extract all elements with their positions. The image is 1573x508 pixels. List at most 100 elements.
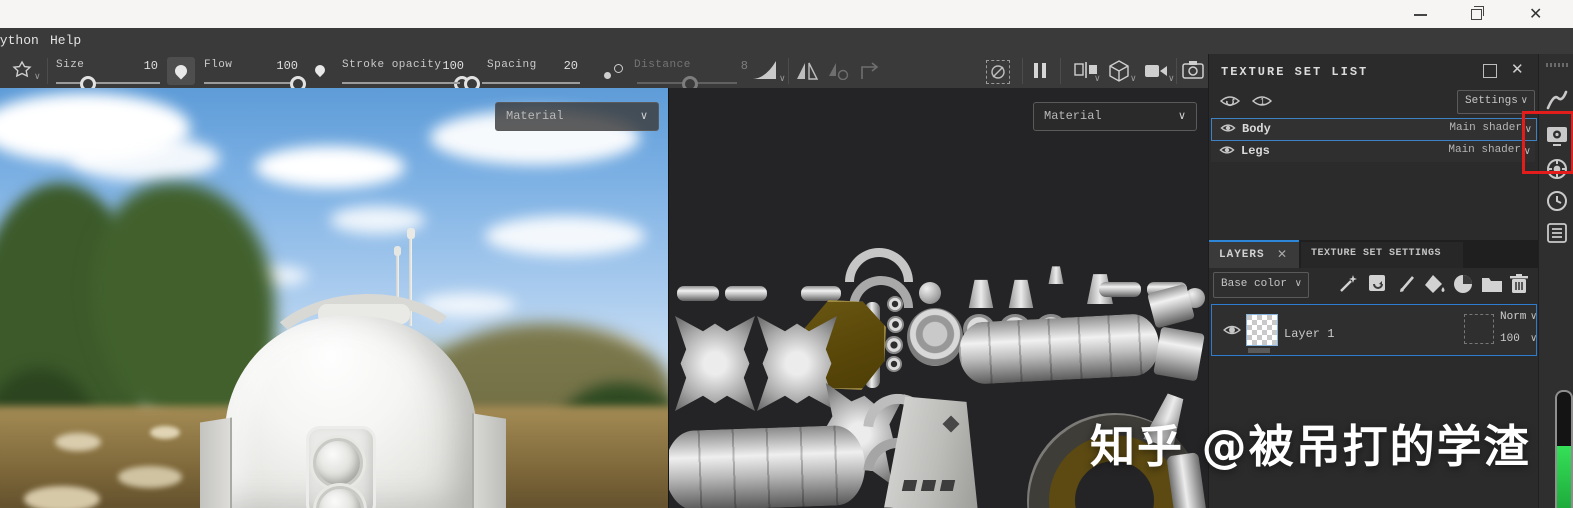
- svg-text:1: 1: [1260, 97, 1265, 107]
- minimize-icon: [1414, 14, 1427, 16]
- minimize-button[interactable]: [1404, 0, 1438, 28]
- delete-trash-icon[interactable]: [1509, 273, 1529, 295]
- level-gauge-fill: [1557, 446, 1571, 508]
- droid-left-fin: [200, 417, 232, 508]
- viewport-3d[interactable]: Material ∨: [0, 88, 668, 508]
- watermark-text: 知乎 @被吊打的学渣: [1090, 420, 1531, 473]
- uv-island: [939, 480, 956, 491]
- level-gauge[interactable]: [1555, 390, 1573, 508]
- title-bar: ✕: [0, 0, 1573, 29]
- distance-label: Distance: [634, 59, 691, 71]
- texture-set-shader[interactable]: Main shader: [1448, 144, 1521, 156]
- brush-shape-icon[interactable]: [10, 60, 34, 82]
- texture-set-name: Body: [1242, 122, 1271, 136]
- add-effect-wand-icon[interactable]: [1337, 273, 1359, 295]
- add-paint-layer-icon[interactable]: [1397, 273, 1419, 295]
- float-panel-icon[interactable]: [1483, 64, 1497, 78]
- cloud: [485, 216, 645, 256]
- layer-blend-mode[interactable]: Norm: [1500, 311, 1526, 323]
- uv-island: [968, 279, 994, 308]
- flow-value: 100: [276, 59, 298, 73]
- layer-row[interactable]: Layer 1 Norm ∨ 100 ∨: [1211, 304, 1537, 356]
- uv-island: [901, 480, 918, 491]
- material-mode-dropdown-2d[interactable]: Material ∨: [1033, 102, 1197, 131]
- uv-island: [887, 296, 903, 312]
- droid-eye: [313, 438, 363, 488]
- flow-slider[interactable]: [204, 82, 302, 84]
- texture-set-row-body[interactable]: Body Main shader ∨: [1211, 118, 1537, 141]
- camera-view-chevron-icon[interactable]: ∨: [1168, 74, 1175, 84]
- eye-single-icon[interactable]: 1: [1251, 93, 1273, 109]
- panel-grip-handle[interactable]: [1546, 63, 1568, 67]
- chevron-down-icon: ∨: [1520, 95, 1528, 106]
- uv-island: [1008, 279, 1034, 308]
- brush-shape-chevron-icon[interactable]: ∨: [34, 72, 41, 82]
- eye-sync-icon[interactable]: [1219, 93, 1241, 109]
- layer-thumbnail[interactable]: [1246, 314, 1278, 346]
- paint-stroke-icon[interactable]: [1546, 90, 1568, 112]
- uv-island: [1153, 326, 1205, 382]
- stroke-opacity-value: 100: [442, 59, 464, 73]
- brush-nib-icon: [172, 62, 190, 80]
- uv-island: [677, 286, 719, 301]
- menu-help[interactable]: Help: [50, 33, 81, 48]
- spacing-slider-left[interactable]: [452, 82, 460, 84]
- restore-button[interactable]: [1460, 0, 1494, 28]
- size-slider[interactable]: [56, 82, 160, 84]
- uv-island: [725, 286, 767, 301]
- menu-python[interactable]: Python: [0, 33, 39, 48]
- history-clock-icon[interactable]: [1546, 190, 1568, 212]
- texture-set-row-legs[interactable]: Legs Main shader ∨: [1211, 141, 1535, 162]
- material-mode-dropdown-3d[interactable]: Material ∨: [495, 102, 659, 131]
- chevron-down-icon: ∨: [639, 109, 648, 122]
- add-smart-mask-icon[interactable]: [1452, 273, 1474, 295]
- tab-texture-set-settings[interactable]: TEXTURE SET SETTINGS: [1301, 242, 1463, 268]
- channel-dropdown[interactable]: Base color ∨: [1213, 272, 1309, 298]
- eye-icon[interactable]: [1220, 122, 1236, 134]
- close-button[interactable]: ✕: [1521, 0, 1555, 28]
- panel-tab-strip: LAYERS ✕ TEXTURE SET SETTINGS: [1209, 240, 1539, 268]
- close-panel-icon[interactable]: ✕: [1511, 60, 1524, 78]
- layer-thumb-scrollbar: [1248, 348, 1270, 353]
- stroke-opacity-slider[interactable]: [342, 82, 466, 84]
- spacing-value: 20: [563, 59, 578, 73]
- mirror-symmetry-icon[interactable]: [796, 62, 818, 80]
- channel-dropdown-label: Base color: [1221, 278, 1288, 290]
- snapshot-camera-icon[interactable]: [1182, 60, 1204, 80]
- layer-name: Layer 1: [1284, 327, 1335, 341]
- chevron-down-icon: ∨: [1177, 109, 1186, 122]
- view-3d-cube-icon[interactable]: [1108, 60, 1130, 82]
- rock: [118, 466, 182, 488]
- split-view-chevron-icon[interactable]: ∨: [1094, 74, 1101, 84]
- settings-dropdown-label: Settings: [1465, 95, 1518, 107]
- add-folder-icon[interactable]: [1480, 274, 1504, 294]
- texture-set-shader[interactable]: Main shader: [1449, 122, 1522, 134]
- uv-island: [885, 336, 903, 354]
- cloud: [255, 146, 405, 188]
- view-3d-chevron-icon[interactable]: ∨: [1130, 74, 1137, 84]
- spacing-slider[interactable]: [482, 82, 580, 84]
- layer-opacity[interactable]: 100: [1500, 333, 1520, 345]
- cloud: [70, 136, 220, 181]
- toolbar-divider: [1022, 58, 1023, 84]
- add-fill-layer-icon[interactable]: [1423, 273, 1447, 295]
- uv-island: [887, 316, 904, 333]
- uv-island: [919, 282, 941, 304]
- toolbar-divider: [1060, 58, 1061, 84]
- layer-mask-slot[interactable]: [1464, 314, 1494, 344]
- falloff-curve-icon[interactable]: [752, 60, 778, 80]
- camera-view-icon[interactable]: [1144, 63, 1168, 79]
- tab-close-icon[interactable]: ✕: [1277, 247, 1287, 261]
- log-list-icon[interactable]: [1546, 222, 1568, 244]
- distance-value: 8: [740, 59, 748, 73]
- flow-brush-button[interactable]: [167, 57, 195, 85]
- close-icon: ✕: [1529, 4, 1543, 23]
- droid-right-fin: [472, 413, 506, 508]
- falloff-chevron-icon[interactable]: ∨: [779, 74, 786, 84]
- add-smart-material-icon[interactable]: [1367, 273, 1389, 295]
- layer-visibility-eye-icon[interactable]: [1222, 323, 1242, 337]
- tab-layers[interactable]: LAYERS ✕: [1209, 240, 1299, 268]
- deselect-icon[interactable]: [986, 60, 1010, 84]
- opacity-brush-nib-icon[interactable]: [312, 62, 328, 78]
- eye-icon[interactable]: [1219, 144, 1235, 156]
